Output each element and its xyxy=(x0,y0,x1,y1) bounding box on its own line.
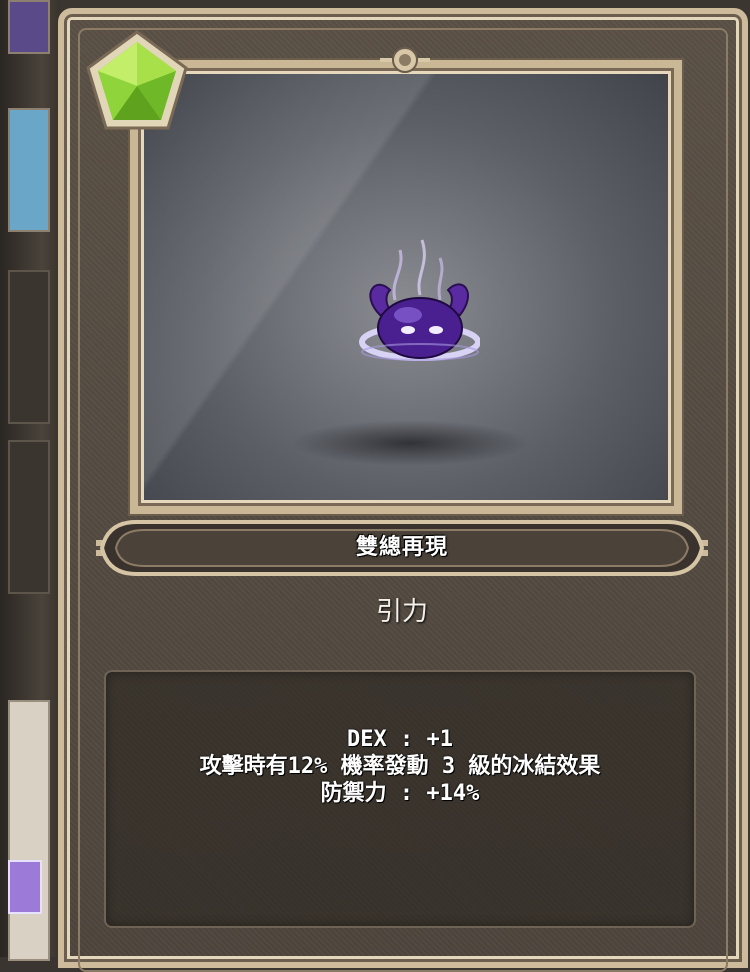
stat-line: 攻擊時有12% 機率發動 3 級的冰結效果 xyxy=(199,754,601,779)
stats-list: DEX : +1 攻擊時有12% 機率發動 3 級的冰結效果 防禦力 : +14… xyxy=(104,726,696,807)
background-slot xyxy=(8,108,50,232)
background-slot xyxy=(8,700,50,961)
background-slot xyxy=(8,270,50,424)
item-type: 引力 xyxy=(375,597,428,627)
item-name: 雙總再現 xyxy=(355,535,448,560)
background-slot xyxy=(8,860,42,914)
background-slot xyxy=(8,0,50,54)
item-shadow xyxy=(290,420,530,466)
purple-slime-crown-icon xyxy=(359,239,480,361)
stat-line: DEX : +1 xyxy=(347,727,453,752)
background-slot xyxy=(8,440,50,594)
rank-gem-icon xyxy=(86,30,188,130)
frame-ornament-icon xyxy=(380,47,430,73)
stat-line: 防禦力 : +14% xyxy=(320,781,480,806)
